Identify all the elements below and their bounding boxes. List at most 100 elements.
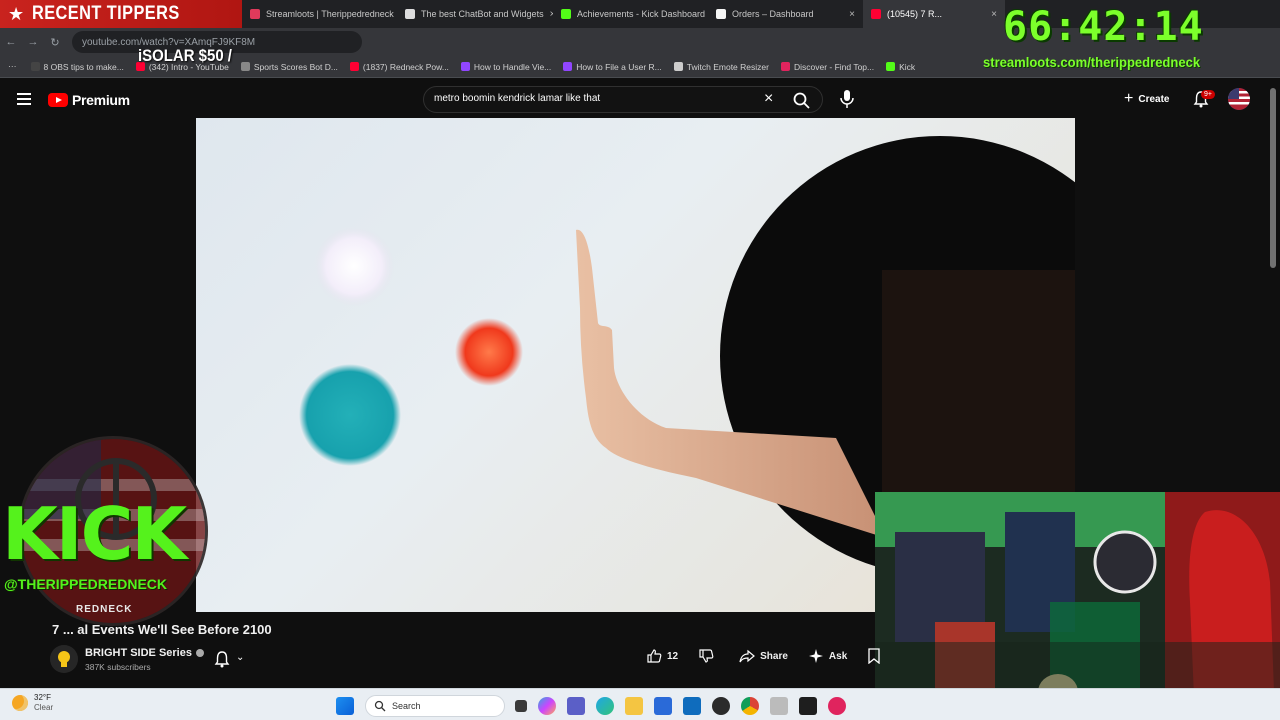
- menu-icon[interactable]: [17, 93, 31, 105]
- tab-favicon-icon: [871, 9, 881, 19]
- bookmark-label: Discover - Find Top...: [793, 61, 875, 72]
- notifications-badge: 9+: [1201, 90, 1215, 99]
- kick-handle: @THERIPPEDREDNECK: [4, 576, 168, 592]
- file-explorer-icon[interactable]: [625, 697, 643, 715]
- apps-grid-icon[interactable]: ⋯: [8, 61, 17, 72]
- windows-taskbar: 32°F Clear Search: [0, 688, 1280, 720]
- bookmark-favicon-icon: [30, 62, 40, 71]
- bookmark-favicon-icon: [563, 62, 573, 71]
- flag-avatar-icon: [1228, 88, 1250, 110]
- teal-sphere: [299, 364, 401, 466]
- search-box[interactable]: metro boomin kendrick lamar like that ×: [423, 86, 823, 113]
- recent-tippers-banner: ★ RECENT TIPPERS: [0, 0, 242, 28]
- windows-start-icon[interactable]: [336, 697, 354, 715]
- thumbs-up-icon: [647, 649, 662, 663]
- close-tab-icon[interactable]: ×: [985, 9, 997, 20]
- close-tab-icon[interactable]: ×: [843, 9, 855, 20]
- browser-tab[interactable]: Achievements - Kick Dashboard×: [553, 0, 708, 28]
- bookmark-favicon-icon: [240, 62, 250, 71]
- bulb-icon: [50, 645, 78, 673]
- save-button[interactable]: [867, 648, 886, 664]
- recent-tippers-label: RECENT TIPPERS: [32, 3, 180, 24]
- bookmark-item[interactable]: Sports Scores Bot D...: [240, 61, 338, 72]
- page-scrollbar[interactable]: [1270, 88, 1276, 268]
- channel-name[interactable]: BRIGHT SIDE Series: [85, 647, 192, 659]
- bookmark-label: Kick: [899, 61, 916, 72]
- redneck-label: REDNECK: [76, 604, 133, 615]
- edge-icon[interactable]: [596, 697, 614, 715]
- reload-icon[interactable]: ↻: [44, 36, 66, 49]
- outlook-icon[interactable]: [683, 697, 701, 715]
- webcam-scene: [875, 492, 1280, 720]
- browser-tab[interactable]: The best ChatBot and Widgets ×: [397, 0, 553, 28]
- browser-tab[interactable]: (10545) 7 R... ×: [863, 0, 1005, 28]
- bookmark-icon: [868, 648, 880, 664]
- search-icon[interactable]: [792, 91, 812, 109]
- share-button[interactable]: Share: [739, 648, 788, 664]
- copilot-icon[interactable]: [538, 697, 556, 715]
- teams-icon[interactable]: [567, 697, 585, 715]
- store-icon[interactable]: [654, 697, 672, 715]
- music-icon[interactable]: [828, 697, 846, 715]
- bookmark-item[interactable]: 8 OBS tips to make...: [30, 61, 124, 72]
- task-view-icon[interactable]: [515, 700, 527, 712]
- channel-name-row[interactable]: BRIGHT SIDE Series: [85, 647, 204, 659]
- youtube-brand-label: Premium: [72, 92, 130, 108]
- thumbs-down-icon: [699, 649, 714, 663]
- star-icon: ★: [8, 3, 25, 24]
- bookmark-label: (1837) Redneck Pow...: [362, 61, 449, 72]
- weather-widget[interactable]: 32°F Clear: [12, 693, 53, 713]
- chrome-icon[interactable]: [741, 697, 759, 715]
- like-button[interactable]: 12: [646, 648, 678, 664]
- bookmark-label: How to Handle Vie...: [473, 61, 552, 72]
- bookmark-label: Sports Scores Bot D...: [253, 61, 338, 72]
- account-avatar[interactable]: [1228, 88, 1250, 110]
- browser-tab[interactable]: Orders – Dashboard ×: [708, 0, 863, 28]
- channel-avatar[interactable]: [50, 645, 78, 673]
- tab-label: The best ChatBot and Widgets: [421, 9, 544, 19]
- video-title: 7 ... al Events We'll See Before 2100: [52, 622, 272, 637]
- bookmark-favicon-icon: [349, 62, 359, 71]
- search-icon: [374, 700, 386, 712]
- clear-search-icon[interactable]: ×: [764, 90, 773, 108]
- obs-icon[interactable]: [712, 697, 730, 715]
- weather-condition: Clear: [34, 703, 54, 712]
- taskbar-search-placeholder: Search: [392, 701, 421, 711]
- bookmark-favicon-icon: [673, 62, 683, 71]
- bookmark-label: How to File a User R...: [576, 61, 662, 72]
- youtube-logo[interactable]: Premium: [48, 92, 130, 108]
- bookmark-item[interactable]: How to File a User R...: [563, 62, 662, 72]
- bookmark-item[interactable]: Discover - Find Top...: [780, 61, 875, 72]
- bookmark-item[interactable]: Twitch Emote Resizer: [673, 62, 769, 72]
- app-icon[interactable]: [770, 697, 788, 715]
- white-sphere: [314, 226, 394, 306]
- microphone-icon[interactable]: [838, 88, 856, 110]
- red-sphere: [455, 318, 523, 386]
- like-count: 12: [667, 650, 679, 662]
- browser-tab[interactable]: Streamloots | Therippedredneck×: [242, 0, 397, 28]
- create-label: Create: [1138, 93, 1170, 105]
- tab-favicon-icon: [716, 9, 726, 19]
- taskbar-search[interactable]: Search: [365, 695, 505, 717]
- youtube-play-icon: [48, 93, 68, 107]
- bookmark-label: 8 OBS tips to make...: [43, 61, 124, 72]
- bookmark-item[interactable]: How to Handle Vie...: [460, 61, 552, 72]
- subscriber-count: 387K subscribers: [85, 662, 151, 672]
- terminal-icon[interactable]: [799, 697, 817, 715]
- dislike-button[interactable]: [698, 648, 719, 664]
- chevron-down-icon[interactable]: ⌄: [236, 652, 244, 663]
- create-button[interactable]: + Create: [1124, 90, 1169, 108]
- search-input[interactable]: metro boomin kendrick lamar like that: [434, 93, 754, 104]
- back-icon[interactable]: ←: [0, 36, 22, 48]
- subscription-bell-icon[interactable]: [214, 650, 230, 668]
- ask-button[interactable]: Ask: [808, 648, 847, 664]
- bookmark-item[interactable]: (1837) Redneck Pow...: [349, 61, 449, 72]
- bookmark-item[interactable]: Kick: [886, 62, 915, 72]
- forward-icon[interactable]: →: [22, 36, 44, 48]
- video-actions: 12 Share Ask: [646, 648, 906, 664]
- sparkle-icon: [808, 649, 823, 663]
- weather-moon-icon: [12, 695, 28, 711]
- close-tab-icon[interactable]: ×: [544, 9, 553, 20]
- tab-favicon-icon: [561, 9, 571, 19]
- kick-logo-text: KICK: [2, 492, 187, 576]
